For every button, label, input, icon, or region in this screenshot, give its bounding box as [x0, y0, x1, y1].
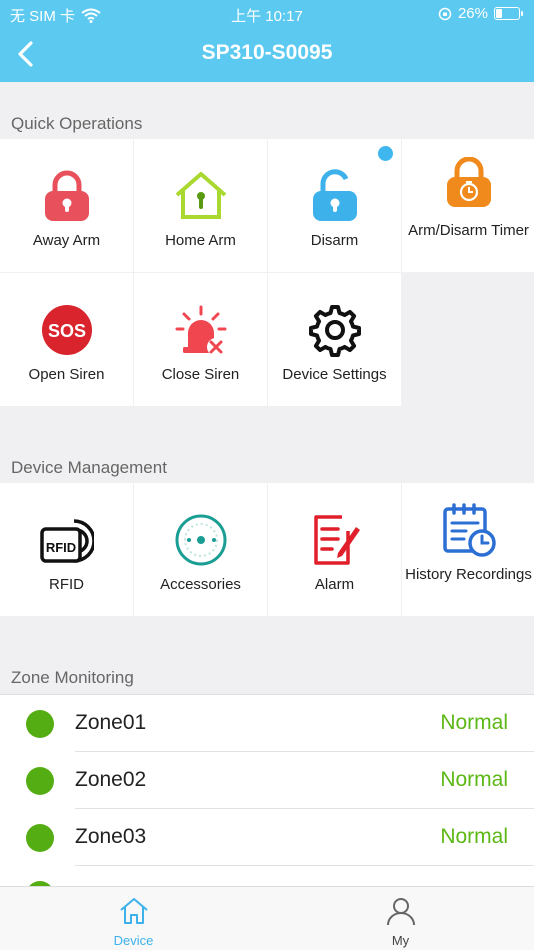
rfid-icon-text: RFID: [45, 540, 75, 555]
sos-icon: SOS: [41, 305, 92, 355]
history-recordings-label: History Recordings: [405, 566, 532, 583]
close-siren-label: Close Siren: [161, 366, 240, 383]
device-management-title: Device Management: [11, 458, 167, 477]
zone-status: Normal: [440, 711, 508, 734]
locked-padlock-icon: [44, 170, 89, 221]
nav-header: SP310-S0095: [0, 28, 534, 82]
tab-device-label: Device: [113, 933, 154, 948]
open-siren-button[interactable]: SOS Open Siren: [0, 273, 133, 406]
rfid-label: RFID: [49, 576, 84, 593]
alarm-log-icon: [313, 515, 360, 565]
list-item[interactable]: Zone02 Normal: [0, 752, 534, 809]
disarm-button[interactable]: Disarm: [268, 139, 401, 272]
quick-operations-grid: Away Arm Home Arm Disarm Arm/Disarm Time…: [0, 139, 534, 406]
rfid-icon: RFID: [39, 519, 94, 563]
battery-fill: [496, 9, 502, 18]
empty-tile: [402, 273, 534, 406]
accessories-label: Accessories: [160, 576, 241, 593]
alarm-label: Alarm: [314, 576, 355, 593]
battery-percent: 26%: [457, 5, 488, 22]
zone-monitoring-title: Zone Monitoring: [11, 668, 134, 687]
device-settings-label: Device Settings: [282, 366, 387, 383]
device-settings-button[interactable]: Device Settings: [268, 273, 401, 406]
home-icon: [119, 898, 148, 924]
siren-off-icon: [175, 305, 226, 356]
disarm-label: Disarm: [310, 232, 359, 249]
status-indicator: [26, 767, 54, 795]
zone-status: Normal: [440, 768, 508, 791]
sos-icon-text: SOS: [47, 321, 85, 341]
arm-disarm-timer-label: Arm/Disarm Timer: [408, 222, 529, 239]
zone-name: Zone02: [75, 768, 147, 791]
accessories-icon: [175, 514, 226, 566]
zone-name: Zone01: [75, 711, 147, 734]
top-bar: 无 SIM 卡 上午 10:17 26% SP310-S0095: [0, 0, 534, 82]
status-indicator: [26, 710, 54, 738]
tab-my[interactable]: My: [267, 887, 534, 950]
timer-padlock-icon: [446, 157, 491, 207]
history-calendar-icon: [442, 503, 496, 557]
gear-icon: [308, 305, 361, 357]
list-item[interactable]: Zone03 Normal: [0, 809, 534, 866]
accessories-button[interactable]: Accessories: [134, 483, 267, 616]
orientation-lock-icon: [438, 7, 452, 20]
home-lock-icon: [175, 172, 226, 219]
list-item[interactable]: Zone01 Normal: [0, 695, 534, 752]
away-arm-label: Away Arm: [32, 232, 101, 249]
device-management-grid: RFID RFID Accessories Alarm History Reco: [0, 483, 534, 616]
home-arm-button[interactable]: Home Arm: [134, 139, 267, 272]
open-siren-label: Open Siren: [28, 366, 105, 383]
quick-operations-title: Quick Operations: [11, 114, 143, 133]
history-recordings-button[interactable]: History Recordings: [402, 483, 534, 616]
close-siren-button[interactable]: Close Siren: [134, 273, 267, 406]
zone-status: Normal: [440, 825, 508, 848]
arm-disarm-timer-button[interactable]: Arm/Disarm Timer: [402, 139, 534, 272]
selected-dot: [378, 146, 393, 161]
away-arm-button[interactable]: Away Arm: [0, 139, 133, 272]
page-title: SP310-S0095: [201, 41, 333, 64]
alarm-button[interactable]: Alarm: [268, 483, 401, 616]
home-arm-label: Home Arm: [165, 232, 236, 249]
status-indicator: [26, 824, 54, 852]
tab-bar: Device My: [0, 886, 534, 950]
rfid-button[interactable]: RFID RFID: [0, 483, 133, 616]
battery-icon: [494, 7, 523, 20]
status-bar: 无 SIM 卡 上午 10:17 26%: [0, 0, 534, 28]
tab-my-label: My: [391, 933, 410, 948]
unlocked-padlock-icon: [312, 169, 357, 221]
user-icon: [386, 898, 415, 926]
tab-device[interactable]: Device: [0, 887, 267, 950]
zone-name: Zone03: [75, 825, 147, 848]
